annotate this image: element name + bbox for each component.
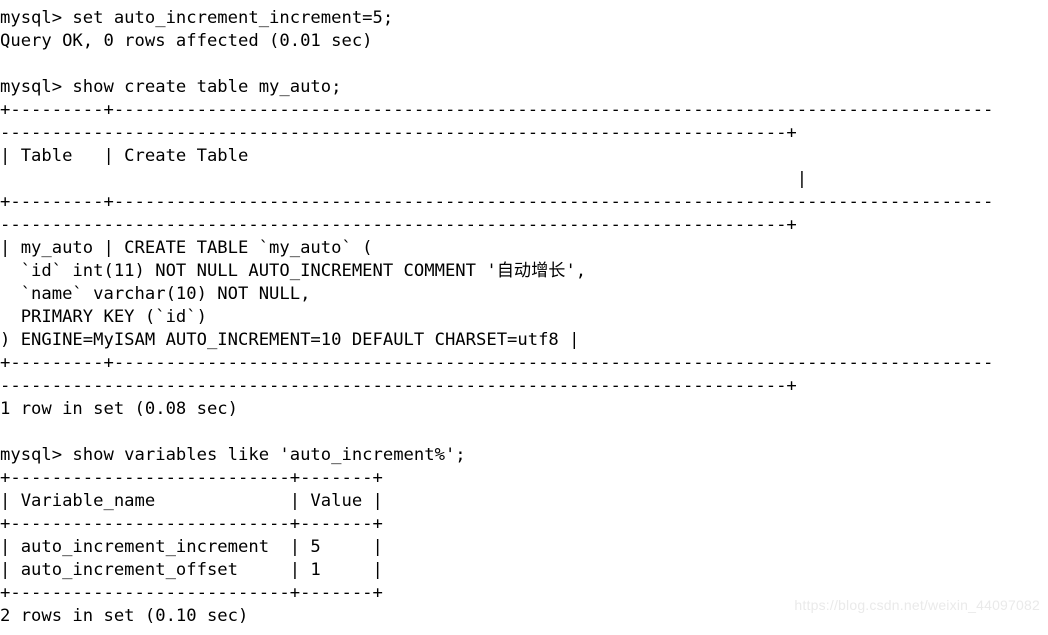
terminal-line: ----------------------------------------…	[0, 376, 797, 396]
terminal-line: +---------+-----------------------------…	[0, 192, 994, 212]
terminal-line: | auto_increment_offset | 1 |	[0, 560, 383, 580]
terminal-line: mysql> show variables like 'auto_increme…	[0, 445, 466, 465]
terminal-line: ----------------------------------------…	[0, 123, 797, 143]
terminal-line: +---------+-----------------------------…	[0, 100, 994, 120]
terminal-line: PRIMARY KEY (`id`)	[0, 307, 207, 327]
terminal-line: Query OK, 0 rows affected (0.01 sec)	[0, 31, 373, 51]
terminal-line: | my_auto | CREATE TABLE `my_auto` (	[0, 238, 373, 258]
watermark: https://blog.csdn.net/weixin_44097082	[794, 597, 1040, 613]
terminal-line: +---------+-----------------------------…	[0, 353, 994, 373]
terminal-line: `id` int(11) NOT NULL AUTO_INCREMENT COM…	[0, 261, 587, 281]
terminal-line: | Table | Create Table	[0, 146, 249, 166]
terminal-line: +---------------------------+-------+	[0, 514, 383, 534]
terminal-window[interactable]: mysql> set auto_increment_increment=5; Qu…	[0, 0, 1048, 635]
terminal-line: mysql> set auto_increment_increment=5;	[0, 8, 394, 28]
terminal-line: ----------------------------------------…	[0, 215, 797, 235]
terminal-line: |	[0, 169, 808, 189]
terminal-line: 1 row in set (0.08 sec)	[0, 399, 238, 419]
terminal-line: +---------------------------+-------+	[0, 468, 383, 488]
console-output[interactable]: mysql> set auto_increment_increment=5; Qu…	[0, 7, 993, 628]
terminal-line: `name` varchar(10) NOT NULL,	[0, 284, 311, 304]
terminal-line: mysql> show create table my_auto;	[0, 77, 342, 97]
terminal-line: ) ENGINE=MyISAM AUTO_INCREMENT=10 DEFAUL…	[0, 330, 580, 350]
terminal-line: | Variable_name | Value |	[0, 491, 383, 511]
terminal-line: | auto_increment_increment | 5 |	[0, 537, 383, 557]
